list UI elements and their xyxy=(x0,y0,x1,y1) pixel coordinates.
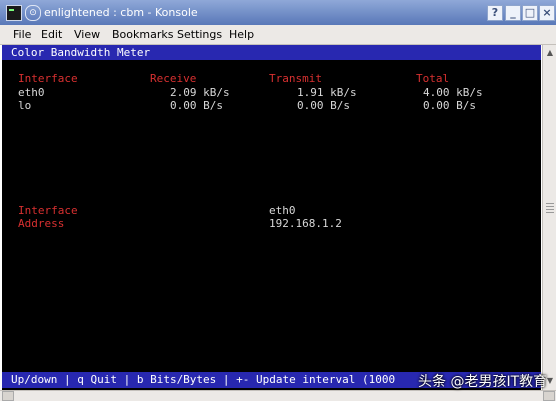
help-button[interactable]: ? xyxy=(487,5,503,21)
row-lo-total: 0.00 B/s xyxy=(423,99,476,112)
menu-file[interactable]: File xyxy=(13,28,31,41)
menu-bar: File Edit View Bookmarks Settings Help xyxy=(0,25,556,45)
pin-icon[interactable]: ⊙ xyxy=(25,5,41,21)
row-eth0-total: 4.00 kB/s xyxy=(423,86,483,99)
window-title: enlightened : cbm - Konsole xyxy=(44,6,198,19)
menu-help[interactable]: Help xyxy=(229,28,254,41)
detail-interface-label: Interface xyxy=(18,204,78,217)
menu-edit[interactable]: Edit xyxy=(41,28,62,41)
minimize-button[interactable]: _ xyxy=(505,5,521,21)
scroll-grip-icon[interactable] xyxy=(546,203,554,213)
header-interface: Interface xyxy=(18,72,78,85)
detail-interface-value: eth0 xyxy=(269,204,296,217)
menu-settings[interactable]: Settings xyxy=(177,28,222,41)
row-eth0-transmit: 1.91 kB/s xyxy=(297,86,357,99)
row-eth0-interface[interactable]: eth0 xyxy=(18,86,45,99)
header-receive: Receive xyxy=(150,72,197,85)
close-button[interactable]: × xyxy=(539,5,555,21)
scroll-up-icon[interactable]: ▲ xyxy=(544,47,556,59)
maximize-button[interactable]: □ xyxy=(522,5,538,21)
app-title: Color Bandwidth Meter xyxy=(11,46,151,59)
detail-address-label: Address xyxy=(18,217,65,230)
terminal-area[interactable]: Color Bandwidth Meter Interface Receive … xyxy=(2,45,541,390)
help-line: Up/down | q Quit | b Bits/Bytes | +- Upd… xyxy=(11,373,396,386)
tab-bar xyxy=(0,390,556,401)
header-transmit: Transmit xyxy=(269,72,322,85)
menu-view[interactable]: View xyxy=(74,28,100,41)
app-title-bar: Color Bandwidth Meter xyxy=(2,45,541,60)
row-eth0-receive: 2.09 kB/s xyxy=(170,86,230,99)
window-titlebar[interactable]: ⊙ enlightened : cbm - Konsole ? _ □ × xyxy=(0,0,556,26)
row-lo-receive: 0.00 B/s xyxy=(170,99,223,112)
terminal-icon[interactable] xyxy=(6,5,22,21)
detail-address-value: 192.168.1.2 xyxy=(269,217,342,230)
menu-bookmarks[interactable]: Bookmarks xyxy=(112,28,173,41)
row-lo-interface[interactable]: lo xyxy=(18,99,31,112)
header-total: Total xyxy=(416,72,450,85)
vertical-scrollbar[interactable]: ▲ ▼ xyxy=(542,45,556,390)
watermark: 头条 @老男孩IT教育 xyxy=(418,374,548,390)
row-lo-transmit: 0.00 B/s xyxy=(297,99,350,112)
